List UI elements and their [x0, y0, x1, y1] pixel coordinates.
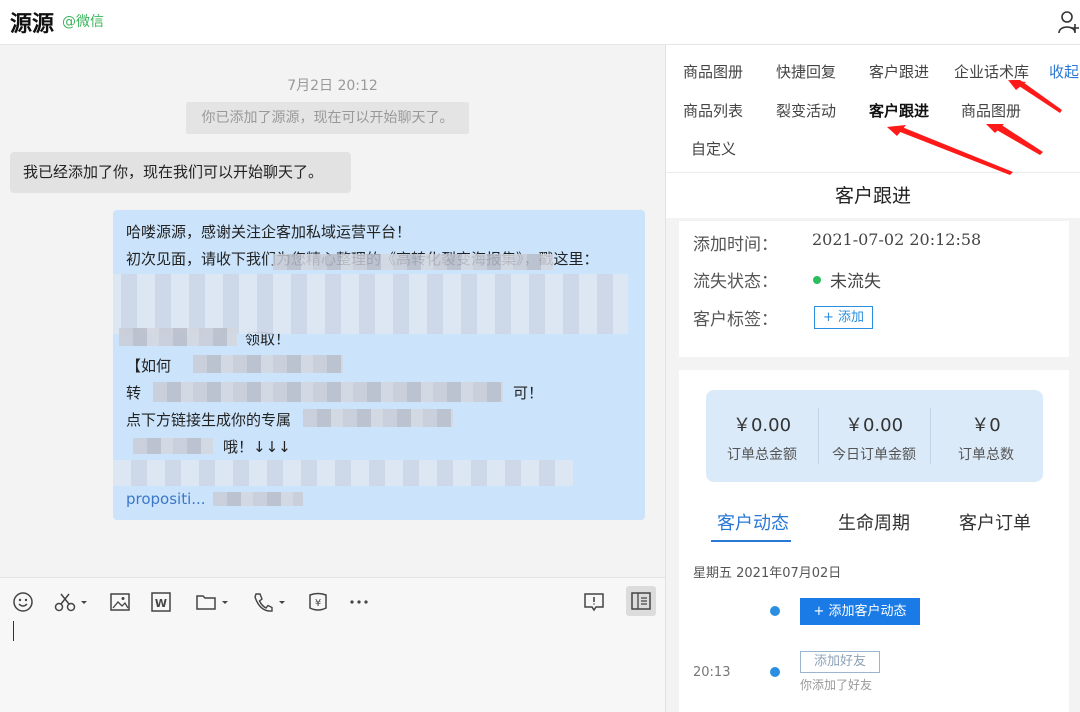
contact-name: 源源 [10, 12, 55, 37]
message-line: 哦！↓↓↓ [223, 438, 291, 456]
app-window: 源源 @微信 7月2日 20:12 你已添加了源源，现在可以开始聊天了。 我已经… [0, 0, 1080, 712]
stat-today-amount: ￥0.00 今日订单金额 [818, 390, 930, 482]
timeline-note: 你添加了好友 [800, 678, 873, 692]
tab-product-album[interactable]: 商品图册 [683, 61, 743, 82]
message-link[interactable]: propositi... [126, 490, 206, 508]
redaction [153, 382, 503, 402]
message-list[interactable]: 7月2日 20:12 你已添加了源源，现在可以开始聊天了。 我已经添加了你，现在… [0, 45, 665, 577]
subtab-lifecycle[interactable]: 生命周期 [838, 509, 910, 535]
status-dot-icon [813, 276, 821, 284]
svg-text:W: W [155, 597, 167, 610]
order-stats-card: ￥0.00 订单总金额 ￥0.00 今日订单金额 ￥0 订单总数 客户动态 生命… [679, 370, 1069, 712]
emoji-icon[interactable] [12, 591, 34, 613]
redaction [193, 355, 343, 373]
message-line: 可！ [513, 384, 544, 402]
tab-customer-followup-active[interactable]: 客户跟进 [869, 100, 929, 121]
timeline-time: 20:13 [693, 665, 731, 680]
status-value: 未流失 [830, 272, 881, 292]
redaction [213, 492, 303, 506]
redaction [273, 254, 553, 270]
side-panel-icon [631, 592, 651, 610]
tab-fission-activity[interactable]: 裂变活动 [776, 100, 836, 121]
input-area[interactable]: W ¥ [0, 577, 665, 712]
stat-label: 今日订单金额 [832, 447, 916, 463]
word-doc-icon[interactable]: W [150, 591, 172, 613]
timeline-dot-icon [770, 667, 780, 677]
scissors-icon[interactable] [54, 591, 88, 613]
stat-label: 订单总金额 [727, 447, 797, 463]
stat-value: ￥0.00 [732, 415, 792, 436]
add-friend-badge: 添加好友 [800, 651, 880, 673]
panel-title: 客户跟进 [666, 172, 1080, 218]
contact-source: @微信 [62, 14, 104, 30]
side-panel: 商品图册 快捷回复 客户跟进 企业话术库 收起 商品列表 裂变活动 客户跟进 商… [666, 45, 1080, 712]
subtab-customer-orders[interactable]: 客户订单 [959, 509, 1031, 535]
added-time-value: 2021-07-02 20:12:58 [812, 230, 982, 249]
stat-value: ￥0.00 [844, 415, 904, 436]
stat-order-count: ￥0 订单总数 [930, 390, 1042, 482]
tab-customer-followup[interactable]: 客户跟进 [869, 61, 929, 82]
redaction [113, 274, 628, 334]
stats-summary: ￥0.00 订单总金额 ￥0.00 今日订单金额 ￥0 订单总数 [706, 390, 1043, 482]
added-time-label: 添加时间： [693, 235, 778, 255]
collapse-link[interactable]: 收起 [1049, 61, 1079, 82]
tab-product-album-2[interactable]: 商品图册 [961, 100, 1021, 121]
side-panel-toggle[interactable] [626, 586, 656, 616]
timeline-dot-icon [770, 606, 780, 616]
message-line: 点下方链接生成你的专属 [126, 411, 292, 429]
red-packet-icon[interactable]: ¥ [307, 591, 329, 613]
tab-script-library[interactable]: 企业话术库 [954, 61, 1029, 82]
tab-custom[interactable]: 自定义 [691, 138, 736, 159]
stat-label: 订单总数 [958, 447, 1014, 463]
message-line: 转 [126, 384, 142, 402]
add-tag-button[interactable]: + 添加 [814, 306, 873, 329]
phone-icon[interactable] [252, 591, 286, 613]
tab-product-list[interactable]: 商品列表 [683, 100, 743, 121]
more-icon[interactable] [348, 591, 370, 613]
customer-info-card: 添加时间： 2021-07-02 20:12:58 流失状态： 未流失 客户标签… [679, 221, 1069, 357]
status-label: 流失状态： [693, 272, 778, 292]
svg-text:¥: ¥ [315, 598, 321, 609]
chat-history-icon[interactable] [583, 591, 605, 613]
stat-value: ￥0 [971, 415, 1001, 436]
system-notice: 你已添加了源源，现在可以开始聊天了。 [186, 102, 469, 134]
text-cursor [13, 621, 14, 641]
image-icon[interactable] [109, 591, 131, 613]
redaction [119, 328, 237, 346]
add-contact-icon[interactable] [1058, 10, 1080, 34]
add-activity-button[interactable]: + 添加客户动态 [800, 598, 920, 625]
subtab-customer-activity[interactable]: 客户动态 [717, 509, 789, 535]
stat-total-amount: ￥0.00 订单总金额 [706, 390, 818, 482]
redaction [133, 438, 213, 454]
message-timestamp: 7月2日 20:12 [287, 78, 378, 94]
redaction [303, 409, 453, 427]
incoming-message-bubble[interactable]: 我已经添加了你，现在我们可以开始聊天了。 [10, 152, 351, 193]
message-line: 【如何 [126, 357, 172, 375]
active-subtab-indicator [711, 540, 791, 542]
chat-header: 源源 @微信 [0, 0, 1080, 45]
message-line: 哈喽源源，感谢关注企客加私域运营平台！ [126, 223, 412, 241]
tab-quick-reply[interactable]: 快捷回复 [776, 61, 836, 82]
panel-tabs: 商品图册 快捷回复 客户跟进 企业话术库 收起 商品列表 裂变活动 客户跟进 商… [666, 45, 1080, 172]
timeline-date: 星期五 2021年07月02日 [693, 566, 842, 581]
tags-label: 客户标签： [693, 310, 778, 330]
folder-icon[interactable] [195, 591, 229, 613]
redaction [113, 460, 573, 486]
outgoing-message-bubble[interactable]: 哈喽源源，感谢关注企客加私域运营平台！ 初次见面，请收下我们为您精心整理的《高转… [113, 210, 645, 520]
